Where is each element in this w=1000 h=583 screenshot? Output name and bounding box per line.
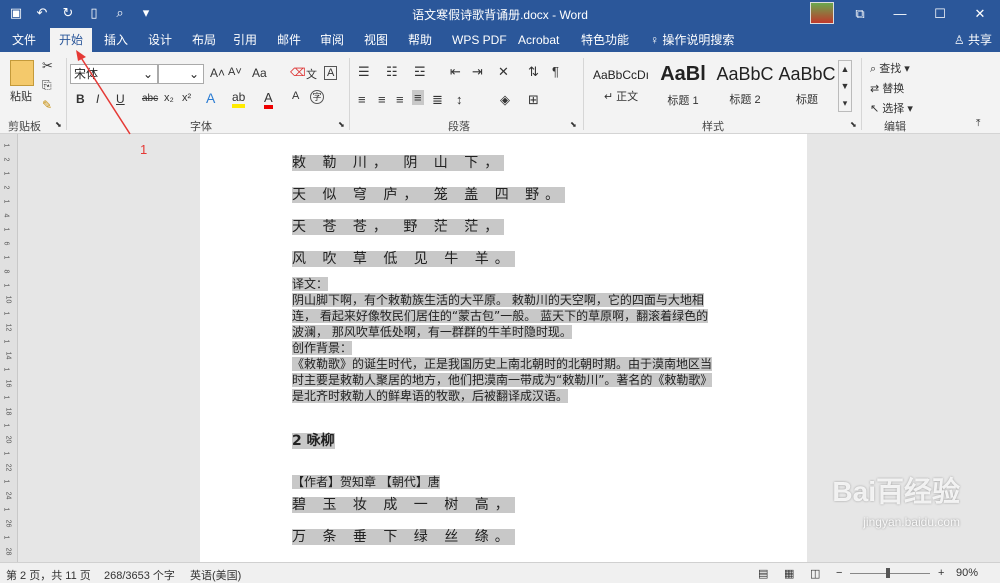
annotation-label: 1 — [140, 142, 148, 157]
focus-mode-icon[interactable]: ▤ — [758, 567, 768, 580]
zoom-level[interactable]: 90% — [956, 567, 978, 579]
word-count[interactable]: 268/3653 个字 — [104, 567, 175, 583]
print-layout-icon[interactable]: ▦ — [784, 567, 794, 580]
zoom-in-button[interactable]: + — [938, 567, 944, 579]
page-count[interactable]: 第 2 页，共 11 页 — [6, 567, 91, 583]
web-layout-icon[interactable]: ◫ — [810, 567, 820, 580]
zoom-out-button[interactable]: − — [836, 567, 842, 579]
status-bar: 第 2 页，共 11 页 268/3653 个字 英语(美国) ▤ ▦ ◫ − … — [0, 562, 1000, 583]
zoom-slider-thumb[interactable] — [886, 568, 890, 578]
watermark-url: jingyan.baidu.com — [863, 515, 960, 529]
language-indicator[interactable]: 英语(美国) — [190, 567, 241, 583]
zoom-slider[interactable] — [850, 573, 930, 574]
watermark-logo: Bai百经验 — [832, 476, 960, 507]
